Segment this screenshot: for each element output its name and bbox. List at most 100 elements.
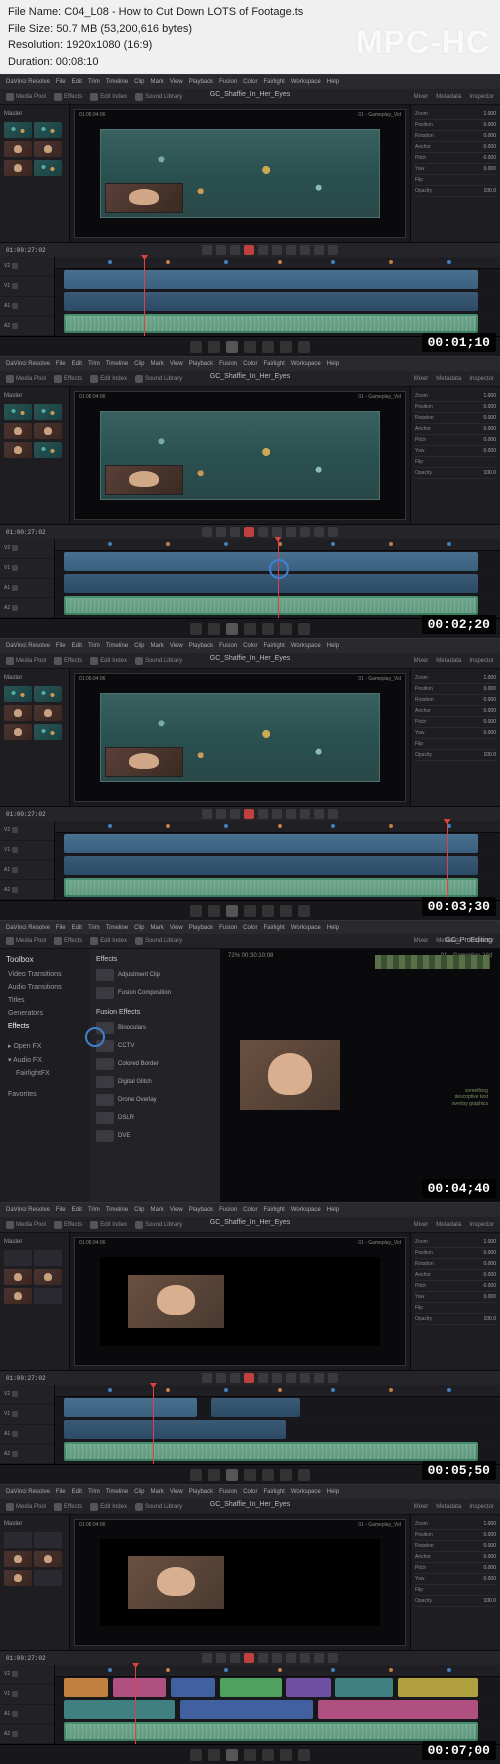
track-header-A2[interactable]: A2 [0,1444,54,1464]
track-header-V1[interactable]: V1 [0,1405,54,1425]
toolbar-metadata[interactable]: Metadata [436,658,461,664]
media-thumb[interactable] [4,705,32,721]
mute-icon[interactable] [12,323,18,329]
track-header-A1[interactable]: A1 [0,579,54,599]
effect-item[interactable]: Digital Glitch [94,1073,216,1091]
toolbar-metadata[interactable]: Metadata [436,376,461,382]
marker[interactable] [331,542,335,546]
audio-clip[interactable] [64,596,478,615]
toolbar-edit-index[interactable]: Edit Index [90,1221,127,1229]
page-edit-button[interactable] [226,1749,238,1761]
timeline-viewer[interactable]: 72% 00:30:10:08 01 - Gameplay_Vid someth… [220,949,500,1202]
mute-icon[interactable] [12,1711,18,1717]
toolbar-sound-library[interactable]: Sound Library [135,937,182,945]
video-clip[interactable] [211,1398,300,1417]
timeline-tool-button[interactable] [202,527,212,537]
marker[interactable] [389,260,393,264]
audio-lane[interactable] [55,877,500,899]
track-header-A1[interactable]: A1 [0,861,54,881]
menu-help[interactable]: Help [327,643,339,649]
menu-color[interactable]: Color [243,1207,257,1213]
page-fusion-button[interactable] [244,1749,256,1761]
media-thumb[interactable] [4,1532,32,1548]
inspector-row[interactable]: Opacity100.0 [415,186,496,197]
timeline-tool-button[interactable] [286,1653,296,1663]
marker[interactable] [447,260,451,264]
marker[interactable] [278,1668,282,1672]
favorites[interactable]: Favorites [6,1088,84,1101]
page-fusion-button[interactable] [244,341,256,353]
page-deliver-button[interactable] [298,1749,310,1761]
page-media-button[interactable] [190,1469,202,1481]
page-media-button[interactable] [190,1749,202,1761]
timeline[interactable]: 01:00:27:02 V2V1A1A2 [0,1370,500,1464]
marker[interactable] [166,1668,170,1672]
effect-item[interactable]: Binoculars [94,1019,216,1037]
timeline-tool-button[interactable] [300,527,310,537]
mute-icon[interactable] [12,1391,18,1397]
menu-trim[interactable]: Trim [88,925,100,931]
media-pool-panel[interactable]: Master [0,387,70,524]
video-clip[interactable] [64,574,478,593]
menu-workspace[interactable]: Workspace [291,643,321,649]
media-thumb[interactable] [4,141,32,157]
menu-playback[interactable]: Playback [189,1207,213,1213]
menu-clip[interactable]: Clip [134,925,144,931]
timeline-tool-button[interactable] [286,245,296,255]
page-edit-button[interactable] [226,1469,238,1481]
timeline-tool-button[interactable] [328,245,338,255]
mute-icon[interactable] [12,867,18,873]
media-thumb[interactable] [4,1570,32,1586]
inspector-row[interactable]: Pitch0.000 [415,153,496,164]
timeline-tool-button[interactable] [258,1653,268,1663]
media-thumb[interactable] [4,1269,32,1285]
timeline-ruler[interactable] [55,257,500,269]
video-clip[interactable] [64,856,478,875]
timeline-tool-button[interactable] [216,1653,226,1663]
toolbar-effects[interactable]: Effects [54,93,82,101]
menu-workspace[interactable]: Workspace [291,79,321,85]
media-thumb[interactable] [34,1551,62,1567]
menu-fairlight[interactable]: Fairlight [263,1207,284,1213]
media-thumb[interactable] [4,404,32,420]
inspector-panel[interactable]: Zoom1.000Position0.000Rotation0.000Ancho… [410,105,500,242]
marker[interactable] [108,542,112,546]
menu-fusion[interactable]: Fusion [219,1207,237,1213]
menu-view[interactable]: View [170,361,183,367]
marker[interactable] [447,1388,451,1392]
inspector-row[interactable]: Yaw0.000 [415,164,496,175]
inspector-row[interactable]: Pitch0.000 [415,717,496,728]
toolbar-effects[interactable]: Effects [54,375,82,383]
video-lane[interactable] [55,1397,500,1419]
menu-workspace[interactable]: Workspace [291,1207,321,1213]
media-pool-panel[interactable]: Master [0,105,70,242]
menu-mark[interactable]: Mark [151,361,164,367]
media-thumb[interactable] [4,442,32,458]
menu-mark[interactable]: Mark [151,925,164,931]
inspector-panel[interactable]: Zoom1.000Position0.000Rotation0.000Ancho… [410,1515,500,1650]
track-header-A1[interactable]: A1 [0,1705,54,1725]
video-clip[interactable] [220,1678,282,1697]
media-thumb[interactable] [34,1269,62,1285]
effects-cat-effects[interactable]: Effects [6,1020,84,1033]
page-cut-button[interactable] [208,341,220,353]
inspector-row[interactable]: Flip [415,175,496,186]
video-lane-2[interactable] [55,291,500,313]
track-header-A1[interactable]: A1 [0,1425,54,1445]
mute-icon[interactable] [12,605,18,611]
marker[interactable] [166,824,170,828]
media-thumb[interactable] [4,1250,32,1266]
audio-clip[interactable] [64,314,478,333]
timeline-tool-button[interactable] [244,245,254,255]
menu-help[interactable]: Help [327,361,339,367]
inspector-row[interactable]: Anchor0.000 [415,1270,496,1281]
page-deliver-button[interactable] [298,1469,310,1481]
source-viewer[interactable]: 01:06:04:0601 - Gameplay_Vid [74,1237,406,1366]
menu-clip[interactable]: Clip [134,1207,144,1213]
media-thumb[interactable] [34,122,62,138]
page-fairlight-button[interactable] [280,1469,292,1481]
timeline-tool-button[interactable] [272,245,282,255]
video-clip[interactable] [171,1678,216,1697]
timeline-tool-button[interactable] [328,1653,338,1663]
inspector-row[interactable]: Anchor0.000 [415,424,496,435]
